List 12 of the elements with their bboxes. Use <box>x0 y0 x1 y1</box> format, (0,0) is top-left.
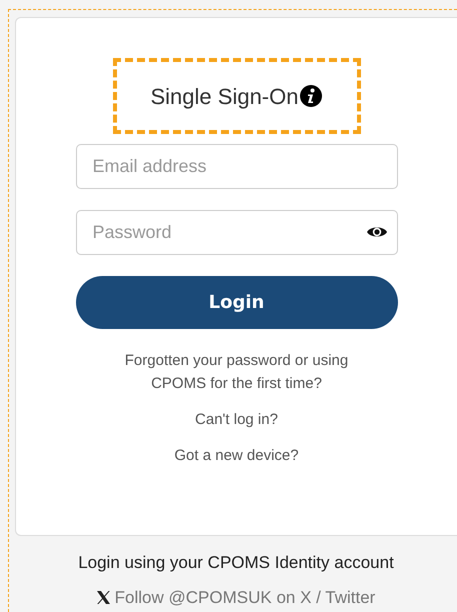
help-link[interactable]: Got a new device? <box>174 444 299 467</box>
login-button[interactable]: Login <box>76 276 398 329</box>
password-field[interactable]: Password <box>76 210 398 255</box>
follow-link[interactable]: Follow @CPOMSUK on X / Twitter <box>96 584 376 610</box>
x-logo-icon <box>96 590 110 604</box>
help-link[interactable]: Can't log in? <box>195 408 278 431</box>
email-field[interactable]: Email address <box>76 144 398 189</box>
eye-icon[interactable] <box>366 225 386 239</box>
help-link[interactable]: Forgotten your password or using CPOMS for the first time? <box>106 349 366 395</box>
info-icon[interactable] <box>300 85 322 107</box>
title: Single Sign-On <box>150 82 298 111</box>
footer-note: Login using your CPOMS Identity account <box>78 552 394 574</box>
